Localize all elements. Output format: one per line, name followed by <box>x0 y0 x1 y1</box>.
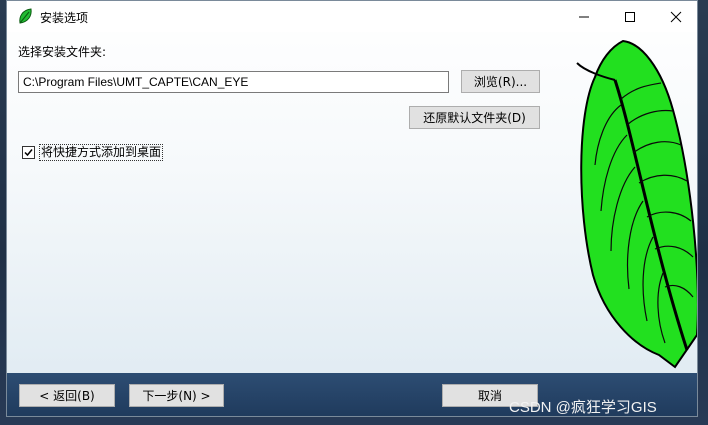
desktop-shortcut-checkbox[interactable] <box>22 146 35 159</box>
maximize-button[interactable] <box>607 1 653 32</box>
csdn-watermark: CSDN @疯狂学习GIS <box>509 399 657 416</box>
desktop-shortcut-label[interactable]: 将快捷方式添加到桌面 <box>39 144 164 161</box>
close-icon <box>670 11 682 22</box>
browse-button[interactable]: 浏览(R)... <box>461 70 540 93</box>
restore-default-folder-button[interactable]: 还原默认文件夹(D) <box>409 106 540 129</box>
installer-window: 安装选项 选择安装文件夹: C:\Program Files\UMT_CAPTE… <box>6 0 698 417</box>
minimize-button[interactable] <box>561 1 607 32</box>
window-title: 安装选项 <box>40 11 89 25</box>
title-bar[interactable]: 安装选项 <box>7 1 697 32</box>
minimize-icon <box>579 16 589 17</box>
next-button[interactable]: 下一步(N) > <box>129 384 224 407</box>
maximize-icon <box>625 11 635 22</box>
leaf-illustration <box>576 39 697 369</box>
checkmark-icon <box>24 149 33 157</box>
back-button[interactable]: < 返回(B) <box>19 384 115 407</box>
leaf-icon <box>19 8 32 24</box>
install-folder-label: 选择安装文件夹: <box>18 45 107 59</box>
install-path-input[interactable]: C:\Program Files\UMT_CAPTE\CAN_EYE <box>18 71 449 93</box>
close-button[interactable] <box>653 1 697 32</box>
